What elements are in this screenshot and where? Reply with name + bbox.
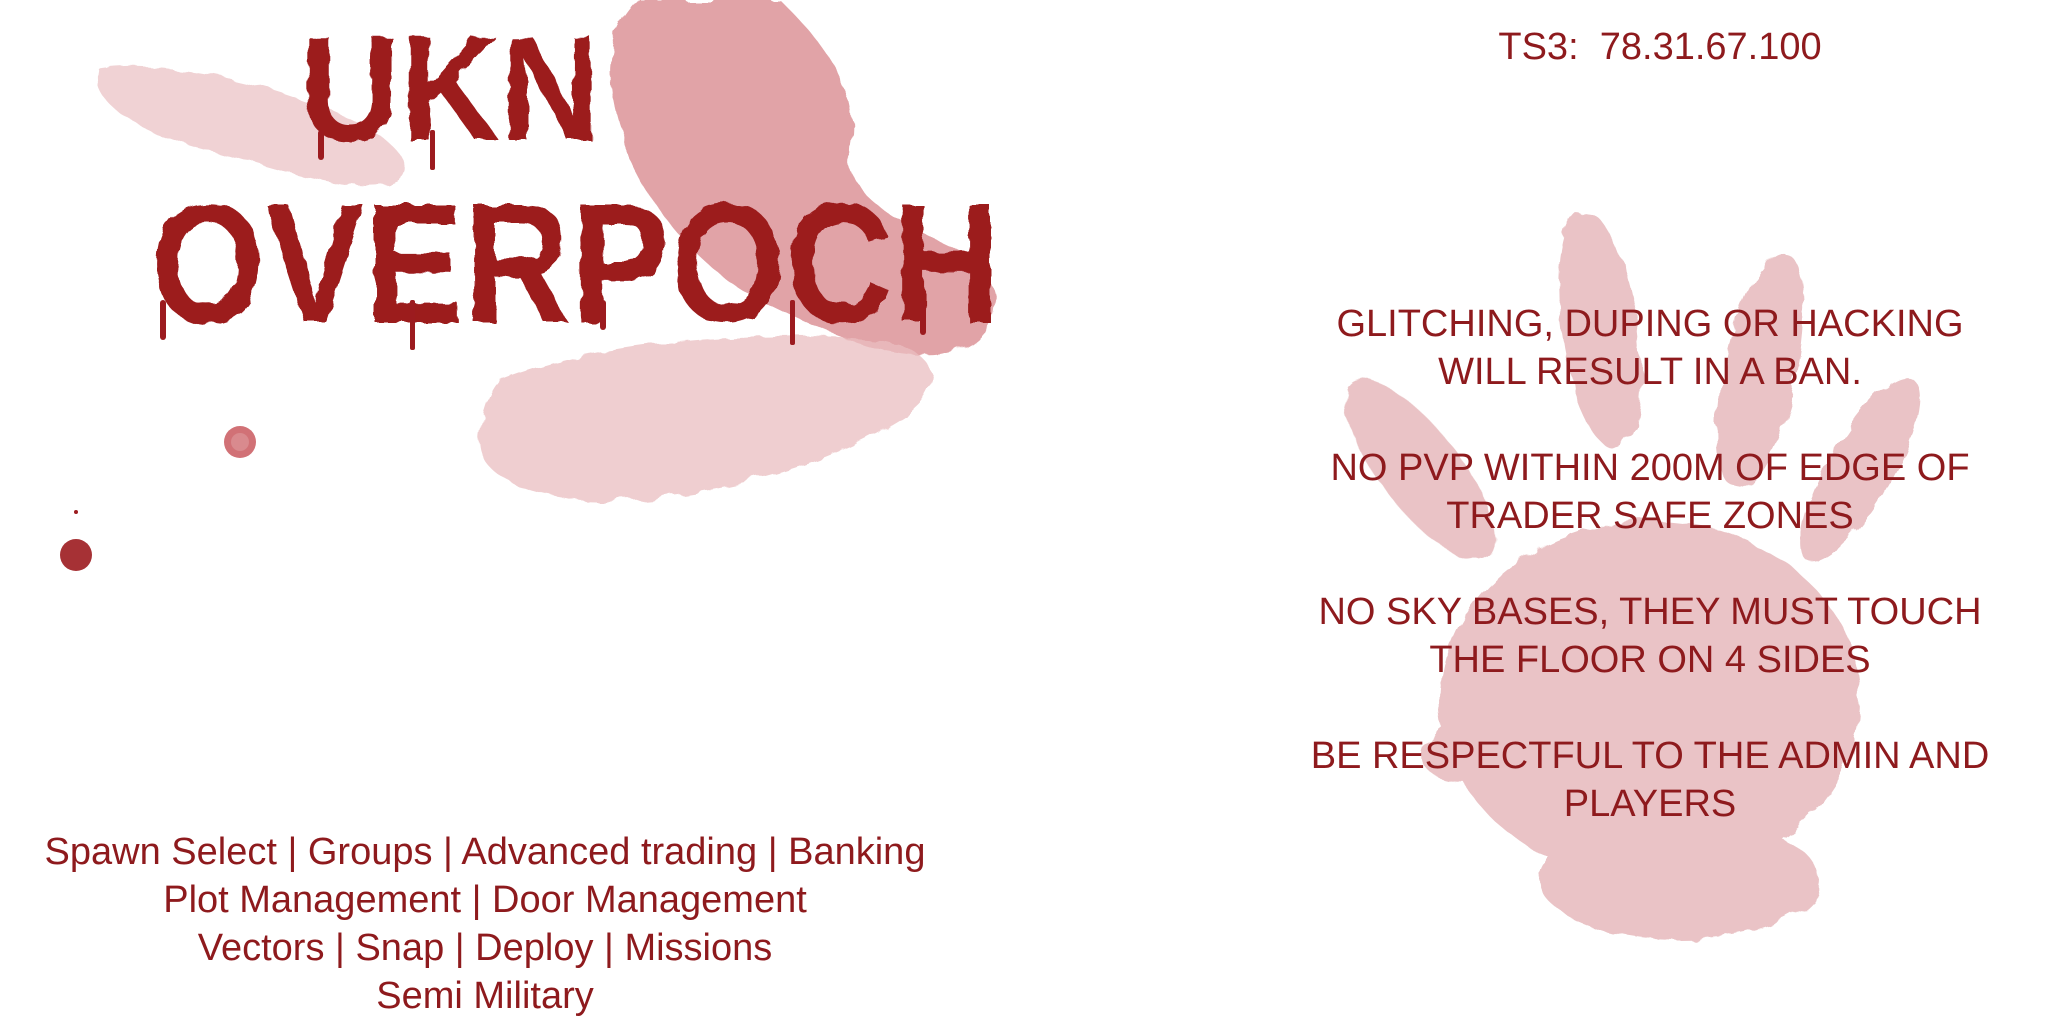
- page: UKN OVERPOCH TS3: 78.31.67.100 GLITCHING…: [0, 0, 2048, 1024]
- ts3-address: TS3: 78.31.67.100: [1498, 26, 1822, 68]
- feature-line: Semi Military: [376, 975, 594, 1017]
- rule-line: WILL RESULT IN A BAN.: [1438, 351, 1862, 393]
- feature-line: Spawn Select | Groups | Advanced trading…: [44, 831, 926, 873]
- rules-list: GLITCHING, DUPING OR HACKING WILL RESULT…: [1290, 300, 2010, 876]
- rule-line: NO SKY BASES, THEY MUST TOUCH: [1318, 591, 1982, 633]
- rule-line: TRADER SAFE ZONES: [1446, 495, 1854, 537]
- rule-item: GLITCHING, DUPING OR HACKING WILL RESULT…: [1290, 300, 2010, 396]
- rule-line: GLITCHING, DUPING OR HACKING: [1336, 303, 1964, 345]
- rule-line: PLAYERS: [1563, 783, 1737, 825]
- rule-item: NO SKY BASES, THEY MUST TOUCH THE FLOOR …: [1290, 588, 2010, 684]
- rule-line: NO PVP WITHIN 200M OF EDGE OF: [1330, 447, 1970, 489]
- logo-line-1: UKN: [300, 4, 600, 172]
- rule-item: BE RESPECTFUL TO THE ADMIN AND PLAYERS: [1290, 732, 2010, 828]
- blood-drop-icon: [60, 426, 256, 571]
- feature-line: Plot Management | Door Management: [163, 879, 807, 921]
- features-list: Spawn Select | Groups | Advanced trading…: [10, 828, 960, 1020]
- rule-line: THE FLOOR ON 4 SIDES: [1429, 639, 1871, 681]
- logo-line-2: OVERPOCH: [150, 169, 1000, 359]
- rule-line: BE RESPECTFUL TO THE ADMIN AND: [1310, 735, 1990, 777]
- logo: UKN OVERPOCH: [150, 4, 1000, 359]
- feature-line: Vectors | Snap | Deploy | Missions: [197, 927, 773, 969]
- rule-item: NO PVP WITHIN 200M OF EDGE OF TRADER SAF…: [1290, 444, 2010, 540]
